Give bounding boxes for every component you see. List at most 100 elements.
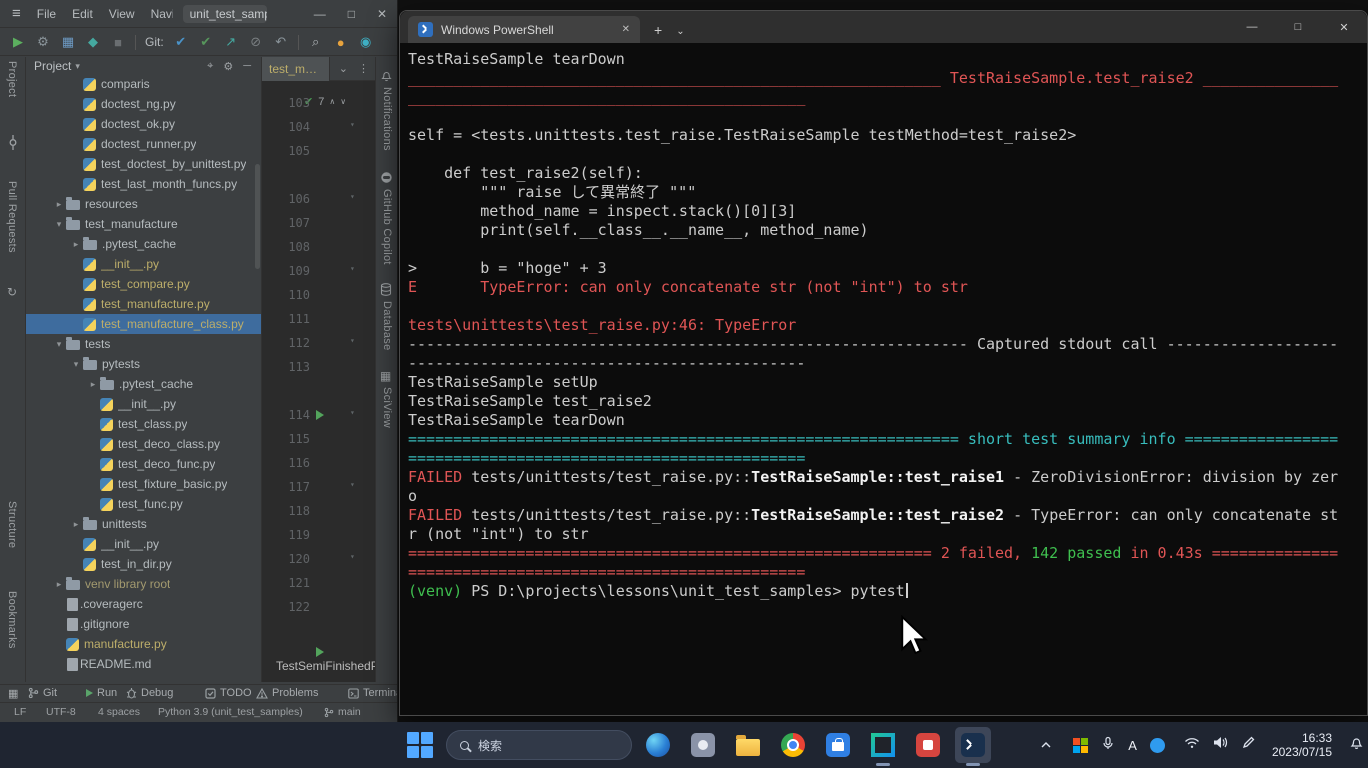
toolwindows-toggle-icon[interactable]: ▦	[8, 687, 18, 700]
tray-chevron-up-icon[interactable]	[1040, 736, 1052, 754]
grey-app-icon[interactable]	[685, 727, 721, 763]
code-with-me-icon[interactable]: ●	[333, 35, 349, 50]
menu-navigate[interactable]: Navigate	[151, 7, 173, 21]
project-panel-title[interactable]: Project	[34, 59, 71, 73]
tree-item-test-manufacture[interactable]: ▾test_manufacture	[26, 214, 261, 234]
run-line-gutter-icon[interactable]	[316, 410, 324, 420]
breadcrumb[interactable]: TestSemiFinishedP	[276, 659, 375, 673]
toolwindow-database[interactable]: Database	[381, 301, 393, 351]
tree-item-init-py[interactable]: __init__.py	[26, 394, 261, 414]
toolwindow-terminal[interactable]: Terminal	[348, 687, 397, 699]
tool-panel-icon[interactable]: ▦	[60, 34, 76, 50]
settings-icon[interactable]: ⚙	[35, 34, 51, 50]
terminal-tab[interactable]: Windows PowerShell ✕	[408, 16, 640, 43]
tree-item-test-manufacture-class-py[interactable]: test_manufacture_class.py	[26, 314, 261, 334]
tree-item-test-func-py[interactable]: test_func.py	[26, 494, 261, 514]
pen-icon[interactable]	[1242, 736, 1255, 754]
status-git-branch[interactable]: main	[324, 706, 361, 718]
menu-view[interactable]: View	[109, 7, 135, 21]
tab-dropdown-icon[interactable]: ⌄	[676, 26, 684, 37]
tree-item-coveragerc[interactable]: .coveragerc	[26, 594, 261, 614]
tree-item-test-compare-py[interactable]: test_compare.py	[26, 274, 261, 294]
fold-icon[interactable]: ▾	[350, 336, 355, 345]
fold-icon[interactable]: ▾	[350, 552, 355, 561]
vcs-icon[interactable]: ↻	[7, 285, 17, 299]
update-project-button[interactable]: ✔	[173, 34, 189, 50]
terminal-output[interactable]: TestRaiseSample tearDown________________…	[400, 43, 1367, 715]
tree-item-test-doctest-by-unittest-py[interactable]: test_doctest_by_unittest.py	[26, 154, 261, 174]
toolwindow-github-copilot[interactable]: GitHub Copilot	[381, 189, 393, 265]
status-line-separator[interactable]: LF	[14, 706, 26, 718]
volume-icon[interactable]	[1213, 736, 1229, 754]
tree-item-readme-md[interactable]: README.md	[26, 654, 261, 674]
microphone-icon[interactable]	[1101, 736, 1115, 755]
terminal-close-button[interactable]: ✕	[1321, 11, 1367, 43]
run-class-gutter-icon[interactable]	[316, 647, 324, 657]
tree-item-init-py[interactable]: __init__.py	[26, 254, 261, 274]
toolwindow-debug[interactable]: Debug	[126, 687, 173, 699]
new-tab-button[interactable]: +	[654, 22, 662, 38]
tree-item-comparis[interactable]: comparis	[26, 74, 261, 94]
tree-item-unittests[interactable]: ▸unittests	[26, 514, 261, 534]
tree-item-test-in-dir-py[interactable]: test_in_dir.py	[26, 554, 261, 574]
edge-icon[interactable]	[640, 727, 676, 763]
project-badge[interactable]: unit_test_sampl	[183, 5, 267, 23]
toolwindow-project[interactable]: Project	[6, 61, 18, 97]
taskbar-clock[interactable]: 16:33 2023/07/15	[1272, 731, 1332, 759]
tree-item-venv-library-root[interactable]: ▸venv library root	[26, 574, 261, 594]
status-indent[interactable]: 4 spaces	[98, 706, 140, 718]
tree-item-manufacture-py[interactable]: manufacture.py	[26, 634, 261, 654]
blue-dot-icon[interactable]	[1150, 738, 1165, 753]
commit-button[interactable]: ✔	[198, 34, 214, 50]
chevron-down-icon[interactable]: ▾	[52, 219, 66, 230]
run-button[interactable]: ▶	[10, 34, 26, 50]
rollback-button[interactable]: ↶	[273, 34, 289, 50]
colorful-app-icon[interactable]	[1073, 738, 1088, 753]
start-button[interactable]	[406, 731, 434, 759]
more-options-icon[interactable]: ⋮	[358, 62, 369, 75]
toolwindow-run[interactable]: Run	[86, 687, 117, 699]
notifications-icon[interactable]	[1349, 735, 1364, 755]
terminal-maximize-button[interactable]: □	[1275, 11, 1321, 43]
ime-mode-indicator[interactable]: A	[1128, 738, 1137, 753]
tab-list-icon[interactable]: ⌄	[339, 62, 348, 75]
database-icon[interactable]	[380, 283, 392, 299]
chevron-right-icon[interactable]: ▸	[69, 239, 83, 250]
tree-item-test-deco-func-py[interactable]: test_deco_func.py	[26, 454, 261, 474]
pycharm-icon[interactable]	[865, 727, 901, 763]
tree-item-doctest-ok-py[interactable]: doctest_ok.py	[26, 114, 261, 134]
status-interpreter[interactable]: Python 3.9 (unit_test_samples)	[158, 706, 303, 718]
toolwindow-git[interactable]: Git	[28, 687, 57, 699]
toolwindow-bookmarks[interactable]: Bookmarks	[6, 591, 18, 649]
fold-icon[interactable]: ▾	[350, 120, 355, 129]
fold-icon[interactable]: ▾	[350, 192, 355, 201]
sciview-icon[interactable]: ▦	[380, 369, 391, 383]
fold-icon[interactable]: ▾	[350, 264, 355, 273]
github-copilot-icon[interactable]	[380, 171, 393, 187]
menu-edit[interactable]: Edit	[72, 7, 93, 21]
editor-area[interactable]: test_manufacture_class.py ⌄ ⋮ ✔ 7 ∧ ∨ 10…	[262, 57, 375, 682]
store-icon[interactable]	[820, 727, 856, 763]
chevron-right-icon[interactable]: ▸	[69, 519, 83, 530]
fold-icon[interactable]: ▾	[350, 408, 355, 417]
widget-icon[interactable]: ◆	[85, 34, 101, 50]
tree-item-resources[interactable]: ▸resources	[26, 194, 261, 214]
status-encoding[interactable]: UTF-8	[46, 706, 76, 718]
toolwindow-structure[interactable]: Structure	[6, 501, 18, 548]
commit-icon[interactable]	[7, 135, 19, 155]
toolwindow-pull-requests[interactable]: Pull Requests	[6, 181, 18, 253]
tree-item-pytests[interactable]: ▾pytests	[26, 354, 261, 374]
tab-close-icon[interactable]: ✕	[622, 24, 630, 35]
toolwindow-notifications[interactable]: Notifications	[381, 87, 393, 151]
toolwindow-sciview[interactable]: SciView	[381, 387, 393, 428]
menu-file[interactable]: File	[37, 7, 56, 21]
search-everywhere-icon[interactable]: ⌕	[308, 34, 324, 50]
tree-item-test-class-py[interactable]: test_class.py	[26, 414, 261, 434]
stop-button[interactable]: ■	[110, 35, 126, 50]
tree-item-test-deco-class-py[interactable]: test_deco_class.py	[26, 434, 261, 454]
red-app-icon[interactable]	[910, 727, 946, 763]
chevron-down-icon[interactable]: ▾	[69, 359, 83, 370]
powershell-icon[interactable]	[955, 727, 991, 763]
file-explorer-icon[interactable]	[730, 727, 766, 763]
network-icon[interactable]	[1184, 736, 1200, 754]
